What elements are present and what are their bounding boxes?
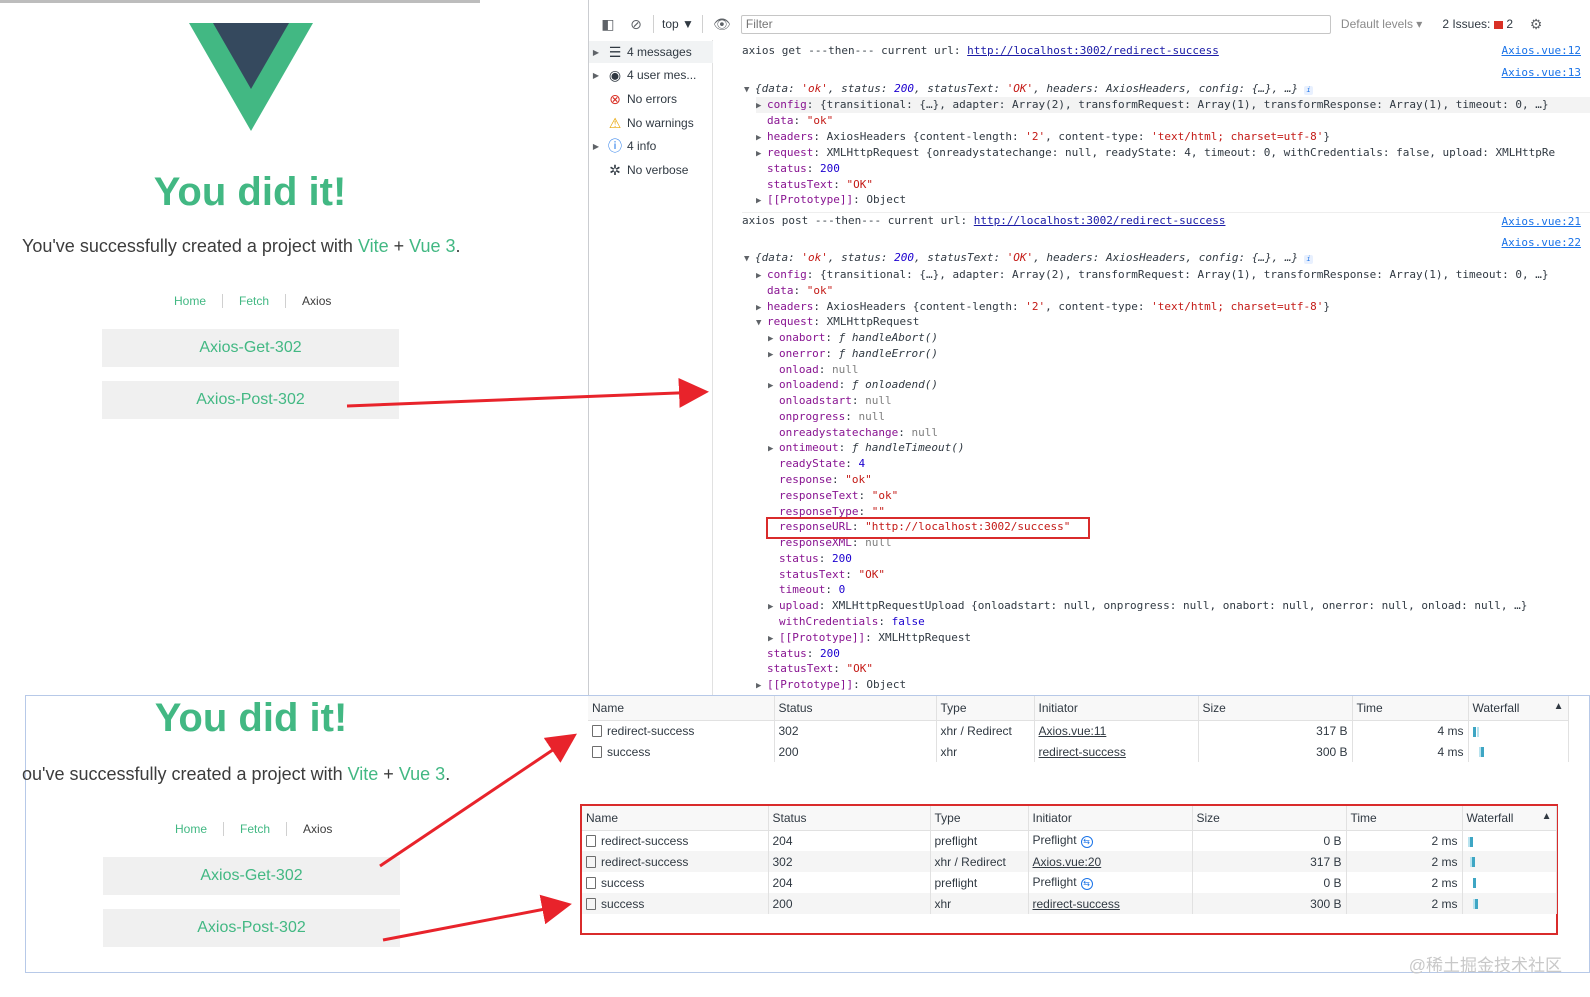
watermark: @稀土掘金技术社区 — [1408, 956, 1562, 975]
annotation-arrow-get-to-network — [379, 733, 577, 868]
annotation-arrow-post-to-network — [382, 894, 572, 942]
annotation-arrow-post-to-console — [346, 377, 709, 408]
annotation-arrows — [346, 377, 709, 942]
